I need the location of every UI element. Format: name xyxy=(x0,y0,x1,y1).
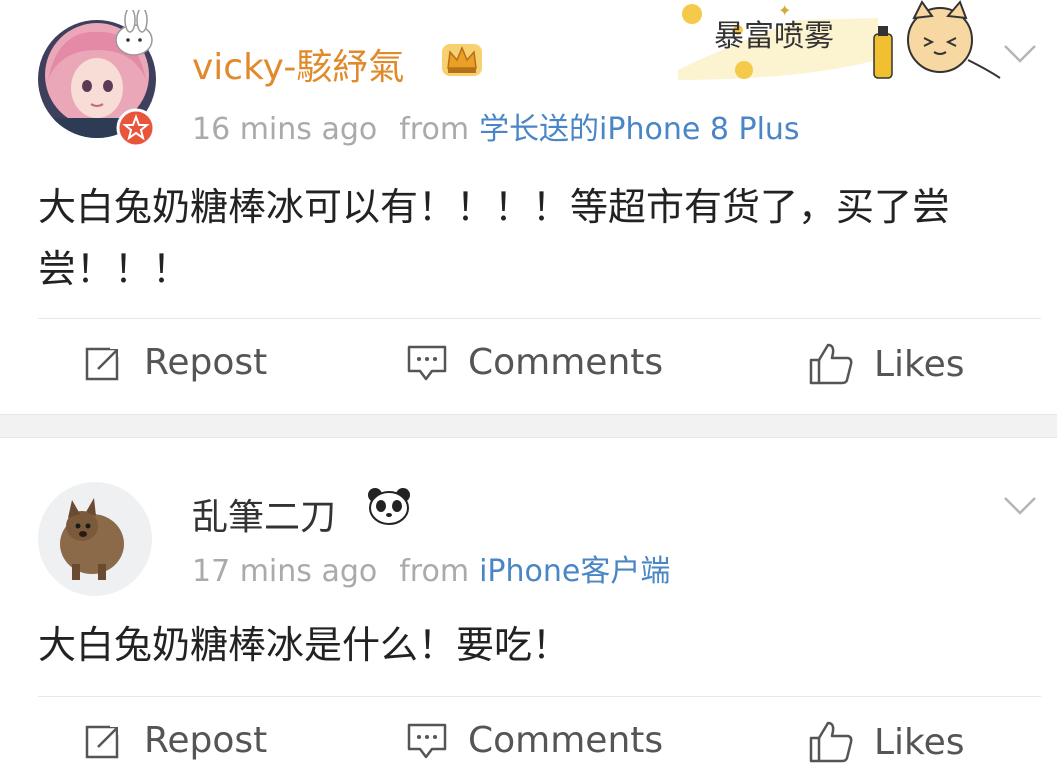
likes-label: Likes xyxy=(874,343,965,385)
repost-button[interactable]: Repost xyxy=(84,720,267,761)
comment-icon xyxy=(407,345,447,380)
divider xyxy=(38,318,1041,319)
likes-label: Likes xyxy=(874,721,965,763)
decoration-banner: ✦ 暴富喷雾 xyxy=(678,0,1008,96)
username[interactable]: 乱筆二刀 xyxy=(192,488,336,540)
from-label: from xyxy=(399,112,470,147)
repost-icon xyxy=(85,722,122,758)
chevron-down-icon[interactable] xyxy=(1003,44,1037,64)
repost-label: Repost xyxy=(144,720,268,761)
comments-button[interactable]: Comments xyxy=(406,720,663,761)
timestamp: 17 mins ago xyxy=(192,554,378,589)
comments-label: Comments xyxy=(468,342,664,383)
rabbit-sticker-icon xyxy=(115,10,153,56)
comment-card: vicky-駭紓氣 ✦ 暴富喷雾 16 mins ago from 学长送的iP… xyxy=(0,0,1057,414)
likes-button[interactable]: Likes xyxy=(808,720,965,764)
decoration-text: 暴富喷雾 xyxy=(714,19,834,54)
repost-label: Repost xyxy=(144,342,268,383)
avatar[interactable] xyxy=(38,482,152,596)
from-label: from xyxy=(399,554,470,589)
comment-icon xyxy=(407,723,447,758)
timestamp: 16 mins ago xyxy=(192,112,378,147)
star-badge-icon xyxy=(116,108,156,148)
likes-button[interactable]: Likes xyxy=(808,342,965,386)
post-meta: 16 mins ago from 学长送的iPhone 8 Plus xyxy=(192,104,800,148)
divider xyxy=(38,696,1041,697)
username[interactable]: vicky-駭紓氣 xyxy=(192,38,404,90)
comment-text: 大白兔奶糖棒冰是什么！要吃！ xyxy=(38,623,571,667)
chevron-down-icon[interactable] xyxy=(1003,496,1037,516)
thumbs-up-icon xyxy=(809,343,853,385)
post-separator xyxy=(0,414,1057,438)
repost-button[interactable]: Repost xyxy=(84,342,267,383)
source-link[interactable]: 学长送的iPhone 8 Plus xyxy=(479,112,800,147)
comment-feed: vicky-駭紓氣 ✦ 暴富喷雾 16 mins ago from 学长送的iP… xyxy=(0,0,1057,779)
comments-button[interactable]: Comments xyxy=(406,342,663,383)
svg-text:✦: ✦ xyxy=(778,1,791,20)
comments-label: Comments xyxy=(468,720,664,761)
thumbs-up-icon xyxy=(809,721,853,763)
comment-text: 大白兔奶糖棒冰可以有！！！！等超市有货了，买了尝尝！！！ xyxy=(38,185,951,291)
crown-icon xyxy=(442,44,482,76)
repost-icon xyxy=(85,344,122,380)
source-link[interactable]: iPhone客户端 xyxy=(479,554,670,589)
comment-card: 乱筆二刀 17 mins ago from iPhone客户端 大白兔奶糖棒冰是什么… xyxy=(0,438,1057,779)
panda-icon xyxy=(368,488,410,525)
post-meta: 17 mins ago from iPhone客户端 xyxy=(192,546,670,590)
